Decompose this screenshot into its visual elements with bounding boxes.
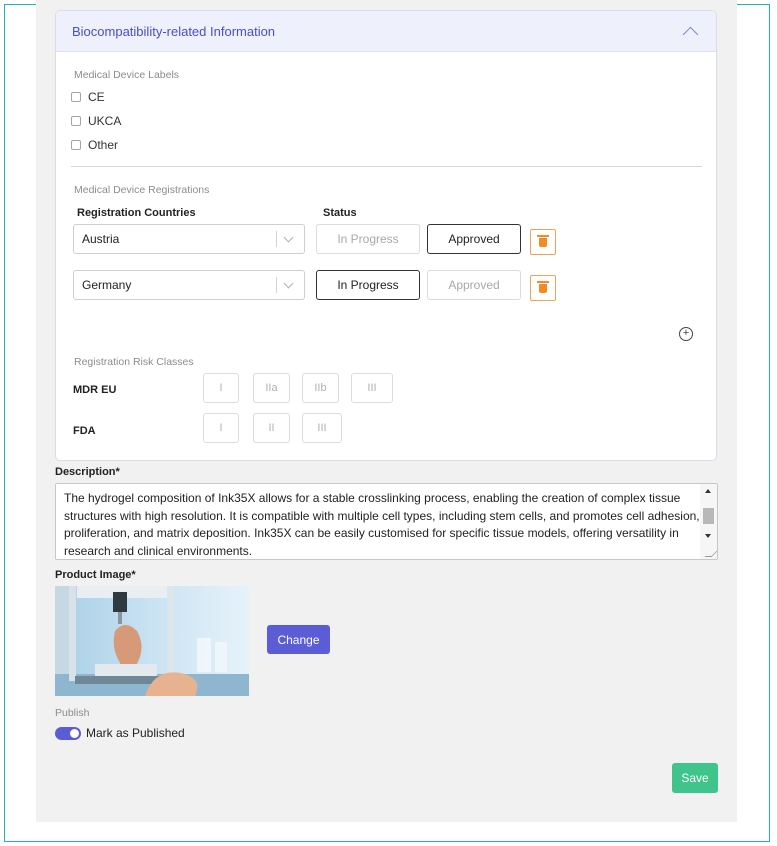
risk-class-button[interactable]: I <box>203 413 239 443</box>
product-image-label: Product Image* <box>55 569 136 581</box>
description-text: The hydrogel composition of Ink35X allow… <box>64 491 700 558</box>
plus-circle-icon[interactable]: + <box>679 327 693 341</box>
card-header[interactable]: Biocompatibility-related Information <box>56 11 716 52</box>
checkbox-label: Other <box>88 138 119 152</box>
checkbox-ce[interactable]: CE <box>71 90 105 104</box>
col-head-status: Status <box>323 207 357 219</box>
save-button[interactable]: Save <box>672 763 718 793</box>
status-approved-button[interactable]: Approved <box>427 270 521 300</box>
biocompatibility-card: Biocompatibility-related Information Med… <box>55 10 717 461</box>
country-select[interactable]: Austria <box>73 224 305 254</box>
checkbox-label: CE <box>88 90 105 104</box>
publish-toggle[interactable] <box>55 727 81 740</box>
country-select-value: Germany <box>82 278 132 292</box>
risk-label-fda: FDA <box>73 425 96 437</box>
description-label: Description* <box>55 466 120 478</box>
labels-section-label: Medical Device Labels <box>74 69 180 81</box>
publish-toggle-label[interactable]: Mark as Published <box>86 726 185 740</box>
risk-class-button[interactable]: III <box>302 413 342 443</box>
select-separator <box>276 277 277 293</box>
risk-class-button[interactable]: IIa <box>253 373 290 403</box>
trash-icon <box>537 234 549 247</box>
registrations-section-label: Medical Device Registrations <box>74 184 210 196</box>
status-approved-button[interactable]: Approved <box>427 224 521 254</box>
delete-registration-button[interactable] <box>530 229 556 255</box>
printer-ear-image <box>55 586 249 696</box>
checkbox-box[interactable] <box>71 116 81 126</box>
checkbox-box[interactable] <box>71 92 81 102</box>
scroll-up-icon[interactable] <box>705 489 711 493</box>
checkbox-ukca[interactable]: UKCA <box>71 114 121 128</box>
toggle-knob <box>70 729 79 738</box>
checkbox-box[interactable] <box>71 140 81 150</box>
trash-icon <box>537 280 549 293</box>
chevron-down-icon[interactable] <box>283 232 294 242</box>
risk-section-label: Registration Risk Classes <box>74 356 194 368</box>
product-image <box>55 586 249 696</box>
country-select-value: Austria <box>82 232 120 246</box>
checkbox-other[interactable]: Other <box>71 138 118 152</box>
select-separator <box>276 231 277 247</box>
resize-grip-icon[interactable] <box>704 550 717 557</box>
risk-class-button[interactable]: I <box>203 373 239 403</box>
publish-label: Publish <box>55 707 90 719</box>
chevron-up-icon[interactable] <box>682 26 699 42</box>
divider <box>71 166 702 167</box>
textarea-scrollbar[interactable] <box>700 484 717 559</box>
card-title: Biocompatibility-related Information <box>72 23 276 39</box>
scroll-thumb[interactable] <box>703 508 714 524</box>
risk-label-mdr: MDR EU <box>73 384 117 396</box>
risk-class-button[interactable]: II <box>253 413 290 443</box>
col-head-countries: Registration Countries <box>77 207 196 219</box>
scroll-down-icon[interactable] <box>705 534 711 538</box>
delete-registration-button[interactable] <box>530 275 556 301</box>
status-in-progress-button[interactable]: In Progress <box>316 224 420 254</box>
status-in-progress-button[interactable]: In Progress <box>316 270 420 300</box>
chevron-down-icon[interactable] <box>283 278 294 288</box>
risk-class-button[interactable]: IIb <box>302 373 339 403</box>
checkbox-label: UKCA <box>88 114 122 128</box>
change-image-button[interactable]: Change <box>267 625 330 654</box>
risk-class-button[interactable]: III <box>351 373 393 403</box>
country-select[interactable]: Germany <box>73 270 305 300</box>
description-textarea[interactable]: The hydrogel composition of Ink35X allow… <box>55 483 718 560</box>
